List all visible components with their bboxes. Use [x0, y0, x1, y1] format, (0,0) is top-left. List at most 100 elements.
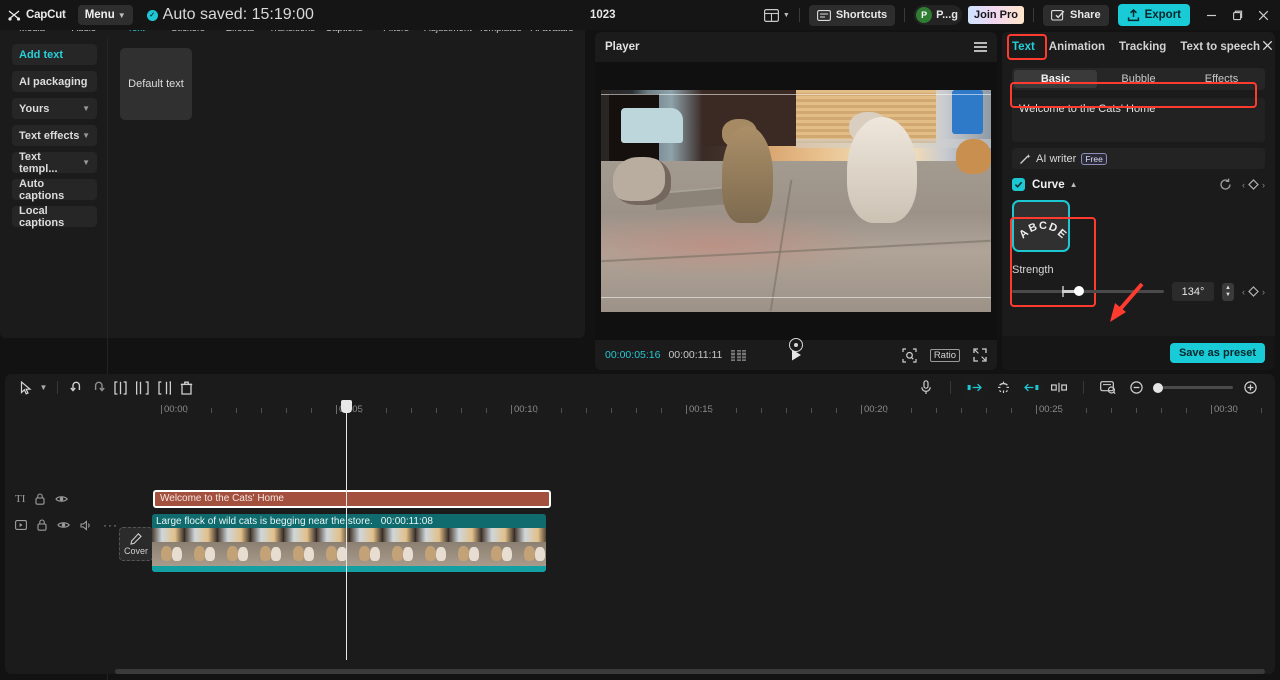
ratio-button[interactable]: Ratio: [930, 349, 960, 362]
eye-icon[interactable]: [57, 520, 70, 530]
account-button[interactable]: P P...g: [914, 5, 962, 25]
divider: [1083, 381, 1084, 394]
tab-animation[interactable]: Animation: [1049, 41, 1105, 53]
fullscreen-button[interactable]: [973, 348, 987, 362]
default-text-tile[interactable]: Default text: [120, 48, 192, 120]
chevron-down-icon: ▼: [82, 104, 90, 113]
playhead-handle[interactable]: [341, 400, 352, 413]
undo-button[interactable]: [65, 377, 87, 399]
ruler-minor-tick: [1011, 408, 1012, 413]
category-ai-packaging[interactable]: AI packaging: [12, 71, 97, 92]
current-timecode[interactable]: 00:00:05:16: [605, 349, 660, 361]
save-as-preset-button[interactable]: Save as preset: [1170, 343, 1265, 363]
ai-writer-label: AI writer: [1036, 153, 1076, 165]
subtab-basic[interactable]: Basic: [1014, 70, 1097, 88]
chevron-up-icon[interactable]: ▲: [1070, 180, 1078, 189]
trim-left-button[interactable]: [131, 377, 153, 399]
mic-button[interactable]: [915, 377, 937, 399]
filmstrip-frame: [383, 528, 416, 566]
title-bar: CapCut Menu ▼ ✓ Auto saved: 15:19:00 102…: [0, 0, 1280, 30]
player-controls: 00:00:05:16 00:00:11:11 Ratio: [595, 340, 997, 370]
divider: [950, 381, 951, 394]
layout-switch-button[interactable]: ▼: [764, 9, 790, 22]
preview-render-button[interactable]: [1097, 377, 1119, 399]
close-button[interactable]: [1250, 0, 1276, 30]
guide-line-top: [601, 94, 991, 95]
snap-right-button[interactable]: [1020, 377, 1042, 399]
keyframe-control[interactable]: ‹ ›: [1242, 286, 1265, 297]
split-button[interactable]: [109, 377, 131, 399]
playhead[interactable]: [346, 400, 347, 660]
check-icon: ✓: [147, 10, 158, 21]
filmstrip-cat: [469, 547, 478, 561]
ai-writer-button[interactable]: AI writer Free: [1012, 148, 1265, 169]
filmstrip-cat: [271, 547, 280, 561]
stepper-icon[interactable]: ▲▼: [1222, 283, 1234, 301]
eye-icon[interactable]: [55, 494, 68, 504]
player-header: Player: [595, 32, 997, 62]
project-title: 1023: [590, 9, 616, 21]
zoom-in-button[interactable]: [1239, 377, 1261, 399]
strength-slider[interactable]: [1012, 290, 1164, 293]
join-pro-button[interactable]: Join Pro: [968, 6, 1024, 24]
redo-button[interactable]: [87, 377, 109, 399]
category-yours[interactable]: Yours▼: [12, 98, 97, 119]
shortcuts-button[interactable]: Shortcuts: [809, 5, 895, 26]
trim-right-button[interactable]: [153, 377, 175, 399]
cursor-tool-dropdown[interactable]: ▼: [37, 377, 50, 399]
magnet-button[interactable]: [992, 377, 1014, 399]
slider-knob[interactable]: [1074, 286, 1084, 296]
capcut-editor-window: CapCut Menu ▼ ✓ Auto saved: 15:19:00 102…: [0, 0, 1280, 680]
subtab-bubble[interactable]: Bubble: [1097, 70, 1180, 88]
reset-button[interactable]: [1219, 178, 1232, 191]
lock-icon[interactable]: [35, 493, 45, 505]
zoom-slider-knob[interactable]: [1153, 383, 1163, 393]
snapshot-button[interactable]: [902, 348, 917, 363]
close-icon[interactable]: [1262, 40, 1273, 51]
snap-left-button[interactable]: [964, 377, 986, 399]
timeline-zoom-slider[interactable]: [1153, 386, 1233, 389]
menu-button[interactable]: Menu ▼: [78, 5, 133, 25]
curve-preset-thumbnail[interactable]: A B C D E: [1012, 200, 1070, 252]
tab-text-to-speech[interactable]: Text to speech: [1180, 41, 1260, 53]
minimize-button[interactable]: [1198, 0, 1224, 30]
category-auto-captions[interactable]: Auto captions: [12, 179, 97, 200]
cover-button[interactable]: Cover: [119, 527, 153, 561]
video-clip[interactable]: Large flock of wild cats is begging near…: [152, 514, 546, 572]
autosave-text: Auto saved: 15:19:00: [163, 6, 314, 24]
timeline-horizontal-scrollbar[interactable]: [115, 669, 1265, 674]
ruler-minor-tick: [1136, 408, 1137, 413]
ruler-minor-tick: [886, 408, 887, 413]
hamburger-icon[interactable]: [974, 42, 987, 52]
category-add-text[interactable]: Add text: [12, 44, 97, 65]
subtab-effects[interactable]: Effects: [1180, 70, 1263, 88]
text-content-input[interactable]: Welcome to the Cats' Home: [1012, 98, 1265, 142]
mirror-split-button[interactable]: [1048, 377, 1070, 399]
category-text-effects[interactable]: Text effects▼: [12, 125, 97, 146]
tab-tracking[interactable]: Tracking: [1119, 41, 1166, 53]
strength-value[interactable]: 134°: [1172, 282, 1214, 301]
curve-checkbox[interactable]: [1012, 178, 1025, 191]
ruler-label: 00:10: [514, 404, 538, 415]
frames-icon[interactable]: [731, 350, 746, 361]
category-text-templates[interactable]: Text templ...▼: [12, 152, 97, 173]
share-button[interactable]: Share: [1043, 5, 1109, 26]
speaker-icon[interactable]: [80, 520, 93, 531]
tab-text[interactable]: Text: [1012, 41, 1035, 53]
delete-button[interactable]: [175, 377, 197, 399]
more-icon[interactable]: ···: [103, 518, 118, 532]
maximize-button[interactable]: [1224, 0, 1250, 30]
category-local-captions[interactable]: Local captions: [12, 206, 97, 227]
lock-icon[interactable]: [37, 519, 47, 531]
video-preview[interactable]: Welcome to the Cats' Home: [601, 90, 991, 312]
category-label: Add text: [19, 49, 63, 61]
ruler-label: 00:25: [1039, 404, 1063, 415]
cursor-tool-button[interactable]: [15, 377, 37, 399]
text-clip[interactable]: Welcome to the Cats' Home: [153, 490, 551, 508]
export-button[interactable]: Export: [1118, 4, 1190, 26]
filmstrip-frame: [251, 528, 284, 566]
timeline-ruler[interactable]: 00:0000:0500:1000:1500:2000:2500:30: [115, 401, 1275, 423]
keyframe-control[interactable]: ‹ ›: [1242, 179, 1265, 190]
play-button[interactable]: [789, 348, 803, 362]
zoom-out-button[interactable]: [1125, 377, 1147, 399]
